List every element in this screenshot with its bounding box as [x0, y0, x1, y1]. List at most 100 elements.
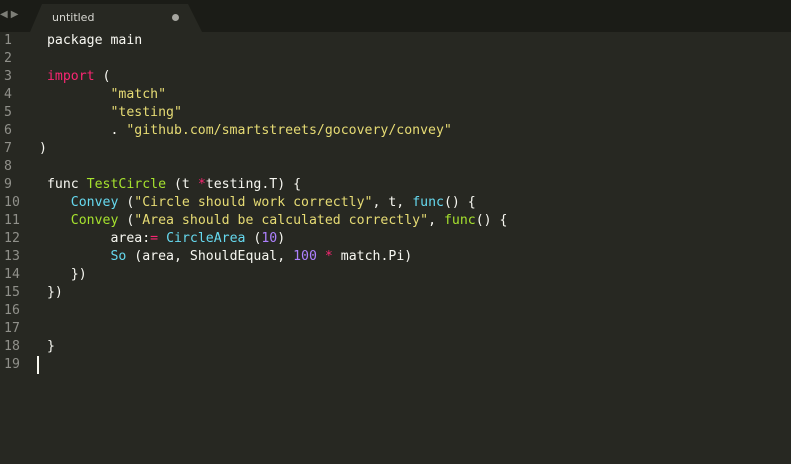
code-token: (t	[166, 177, 198, 192]
code-token: "match"	[110, 87, 167, 102]
code-token: TestCircle	[86, 177, 167, 192]
line-number: 14	[4, 267, 20, 282]
code-token: func	[39, 177, 87, 192]
chevron-right-icon[interactable]: ▶	[11, 10, 19, 20]
code-token: CircleArea	[166, 231, 246, 246]
code-token: "testing"	[110, 105, 182, 120]
tab-title: untitled	[52, 11, 95, 24]
code-token: "Circle should work correctly"	[134, 195, 373, 210]
line-number: 19	[4, 357, 20, 372]
text-cursor	[37, 356, 39, 374]
code-token: () {	[475, 213, 508, 228]
code-text: })	[39, 284, 63, 302]
code-token: .	[39, 123, 127, 138]
line-number: 18	[4, 339, 20, 354]
code-line[interactable]: 8	[0, 158, 791, 176]
line-number: 16	[4, 303, 20, 318]
line-number: 15	[4, 285, 20, 300]
code-token: import	[46, 69, 95, 84]
code-token: "github.com/smartstreets/gocovery/convey…	[126, 123, 452, 138]
tab-navigation: ◀ ▶	[0, 8, 24, 22]
line-number: 9	[4, 177, 12, 192]
code-token: func	[412, 195, 444, 210]
code-line[interactable]: 13 So (area, ShouldEqual, 100 * match.Pi…	[0, 248, 791, 266]
code-token: )	[39, 141, 47, 156]
code-line[interactable]: 2	[0, 50, 791, 68]
code-token: func	[443, 213, 476, 228]
code-token: , t,	[372, 195, 413, 210]
code-token: package main	[39, 33, 143, 48]
code-line[interactable]: 19	[0, 356, 791, 374]
code-token: Convey	[70, 195, 119, 210]
code-text: Convey ("Circle should work correctly", …	[39, 194, 476, 212]
code-token: (	[245, 231, 262, 246]
code-text: "match"	[39, 86, 166, 104]
code-token: So	[110, 249, 127, 264]
code-token: (	[118, 195, 135, 210]
code-token: })	[39, 285, 63, 300]
unsaved-dot-icon[interactable]	[172, 14, 179, 21]
code-token: })	[39, 267, 87, 282]
code-line[interactable]: 7)	[0, 140, 791, 158]
tab-untitled[interactable]: untitled	[30, 4, 202, 32]
code-token: *	[197, 177, 206, 192]
code-token: 10	[261, 231, 278, 246]
code-text: "testing"	[39, 104, 182, 122]
code-line[interactable]: 10 Convey ("Circle should work correctly…	[0, 194, 791, 212]
code-text: func TestCircle (t *testing.T) {	[39, 176, 301, 194]
code-line[interactable]: 9 func TestCircle (t *testing.T) {	[0, 176, 791, 194]
line-number: 13	[4, 249, 20, 264]
chevron-left-icon[interactable]: ◀	[0, 10, 8, 20]
code-text: package main	[39, 32, 142, 50]
line-number: 7	[4, 141, 12, 156]
code-token: *	[324, 249, 333, 264]
code-text: )	[39, 140, 47, 158]
code-line[interactable]: 5 "testing"	[0, 104, 791, 122]
line-number: 6	[4, 123, 12, 138]
code-text: area:= CircleArea (10)	[39, 230, 285, 248]
line-number: 5	[4, 105, 12, 120]
code-text: })	[39, 266, 87, 284]
code-token: 100	[293, 249, 317, 264]
code-text: So (area, ShouldEqual, 100 * match.Pi)	[39, 248, 412, 266]
code-token: )	[277, 231, 286, 246]
code-line[interactable]: 15 })	[0, 284, 791, 302]
code-line[interactable]: 4 "match"	[0, 86, 791, 104]
line-number: 8	[4, 159, 12, 174]
code-line[interactable]: 11 Convey ("Area should be calculated co…	[0, 212, 791, 230]
code-line[interactable]: 12 area:= CircleArea (10)	[0, 230, 791, 248]
line-number: 11	[4, 213, 20, 228]
code-token: }	[39, 339, 55, 354]
code-line[interactable]: 1 package main	[0, 32, 791, 50]
code-token: "Area should be calculated correctly"	[134, 213, 429, 228]
line-number: 17	[4, 321, 20, 336]
line-number: 4	[4, 87, 12, 102]
code-token: (area, ShouldEqual,	[126, 249, 294, 264]
line-number: 12	[4, 231, 20, 246]
code-line[interactable]: 3 import (	[0, 68, 791, 86]
code-token: area:	[39, 231, 151, 246]
code-text: . "github.com/smartstreets/gocovery/conv…	[39, 122, 452, 140]
line-number: 2	[4, 51, 12, 66]
code-line[interactable]: 14 })	[0, 266, 791, 284]
code-token: =	[150, 231, 159, 246]
code-token: () {	[443, 195, 476, 210]
code-token: (	[94, 69, 111, 84]
code-text: Convey ("Area should be calculated corre…	[39, 212, 508, 230]
code-line[interactable]: 18 }	[0, 338, 791, 356]
code-text: }	[39, 338, 55, 356]
code-token: (	[118, 213, 135, 228]
line-number: 1	[4, 33, 12, 48]
code-line[interactable]: 6 . "github.com/smartstreets/gocovery/co…	[0, 122, 791, 140]
code-editor[interactable]: 1 package main 2 3 import (4 "match" 5 "tes…	[0, 32, 791, 464]
code-line[interactable]: 16	[0, 302, 791, 320]
tab-bar: ◀ ▶ untitled	[0, 0, 791, 32]
code-line[interactable]: 17	[0, 320, 791, 338]
